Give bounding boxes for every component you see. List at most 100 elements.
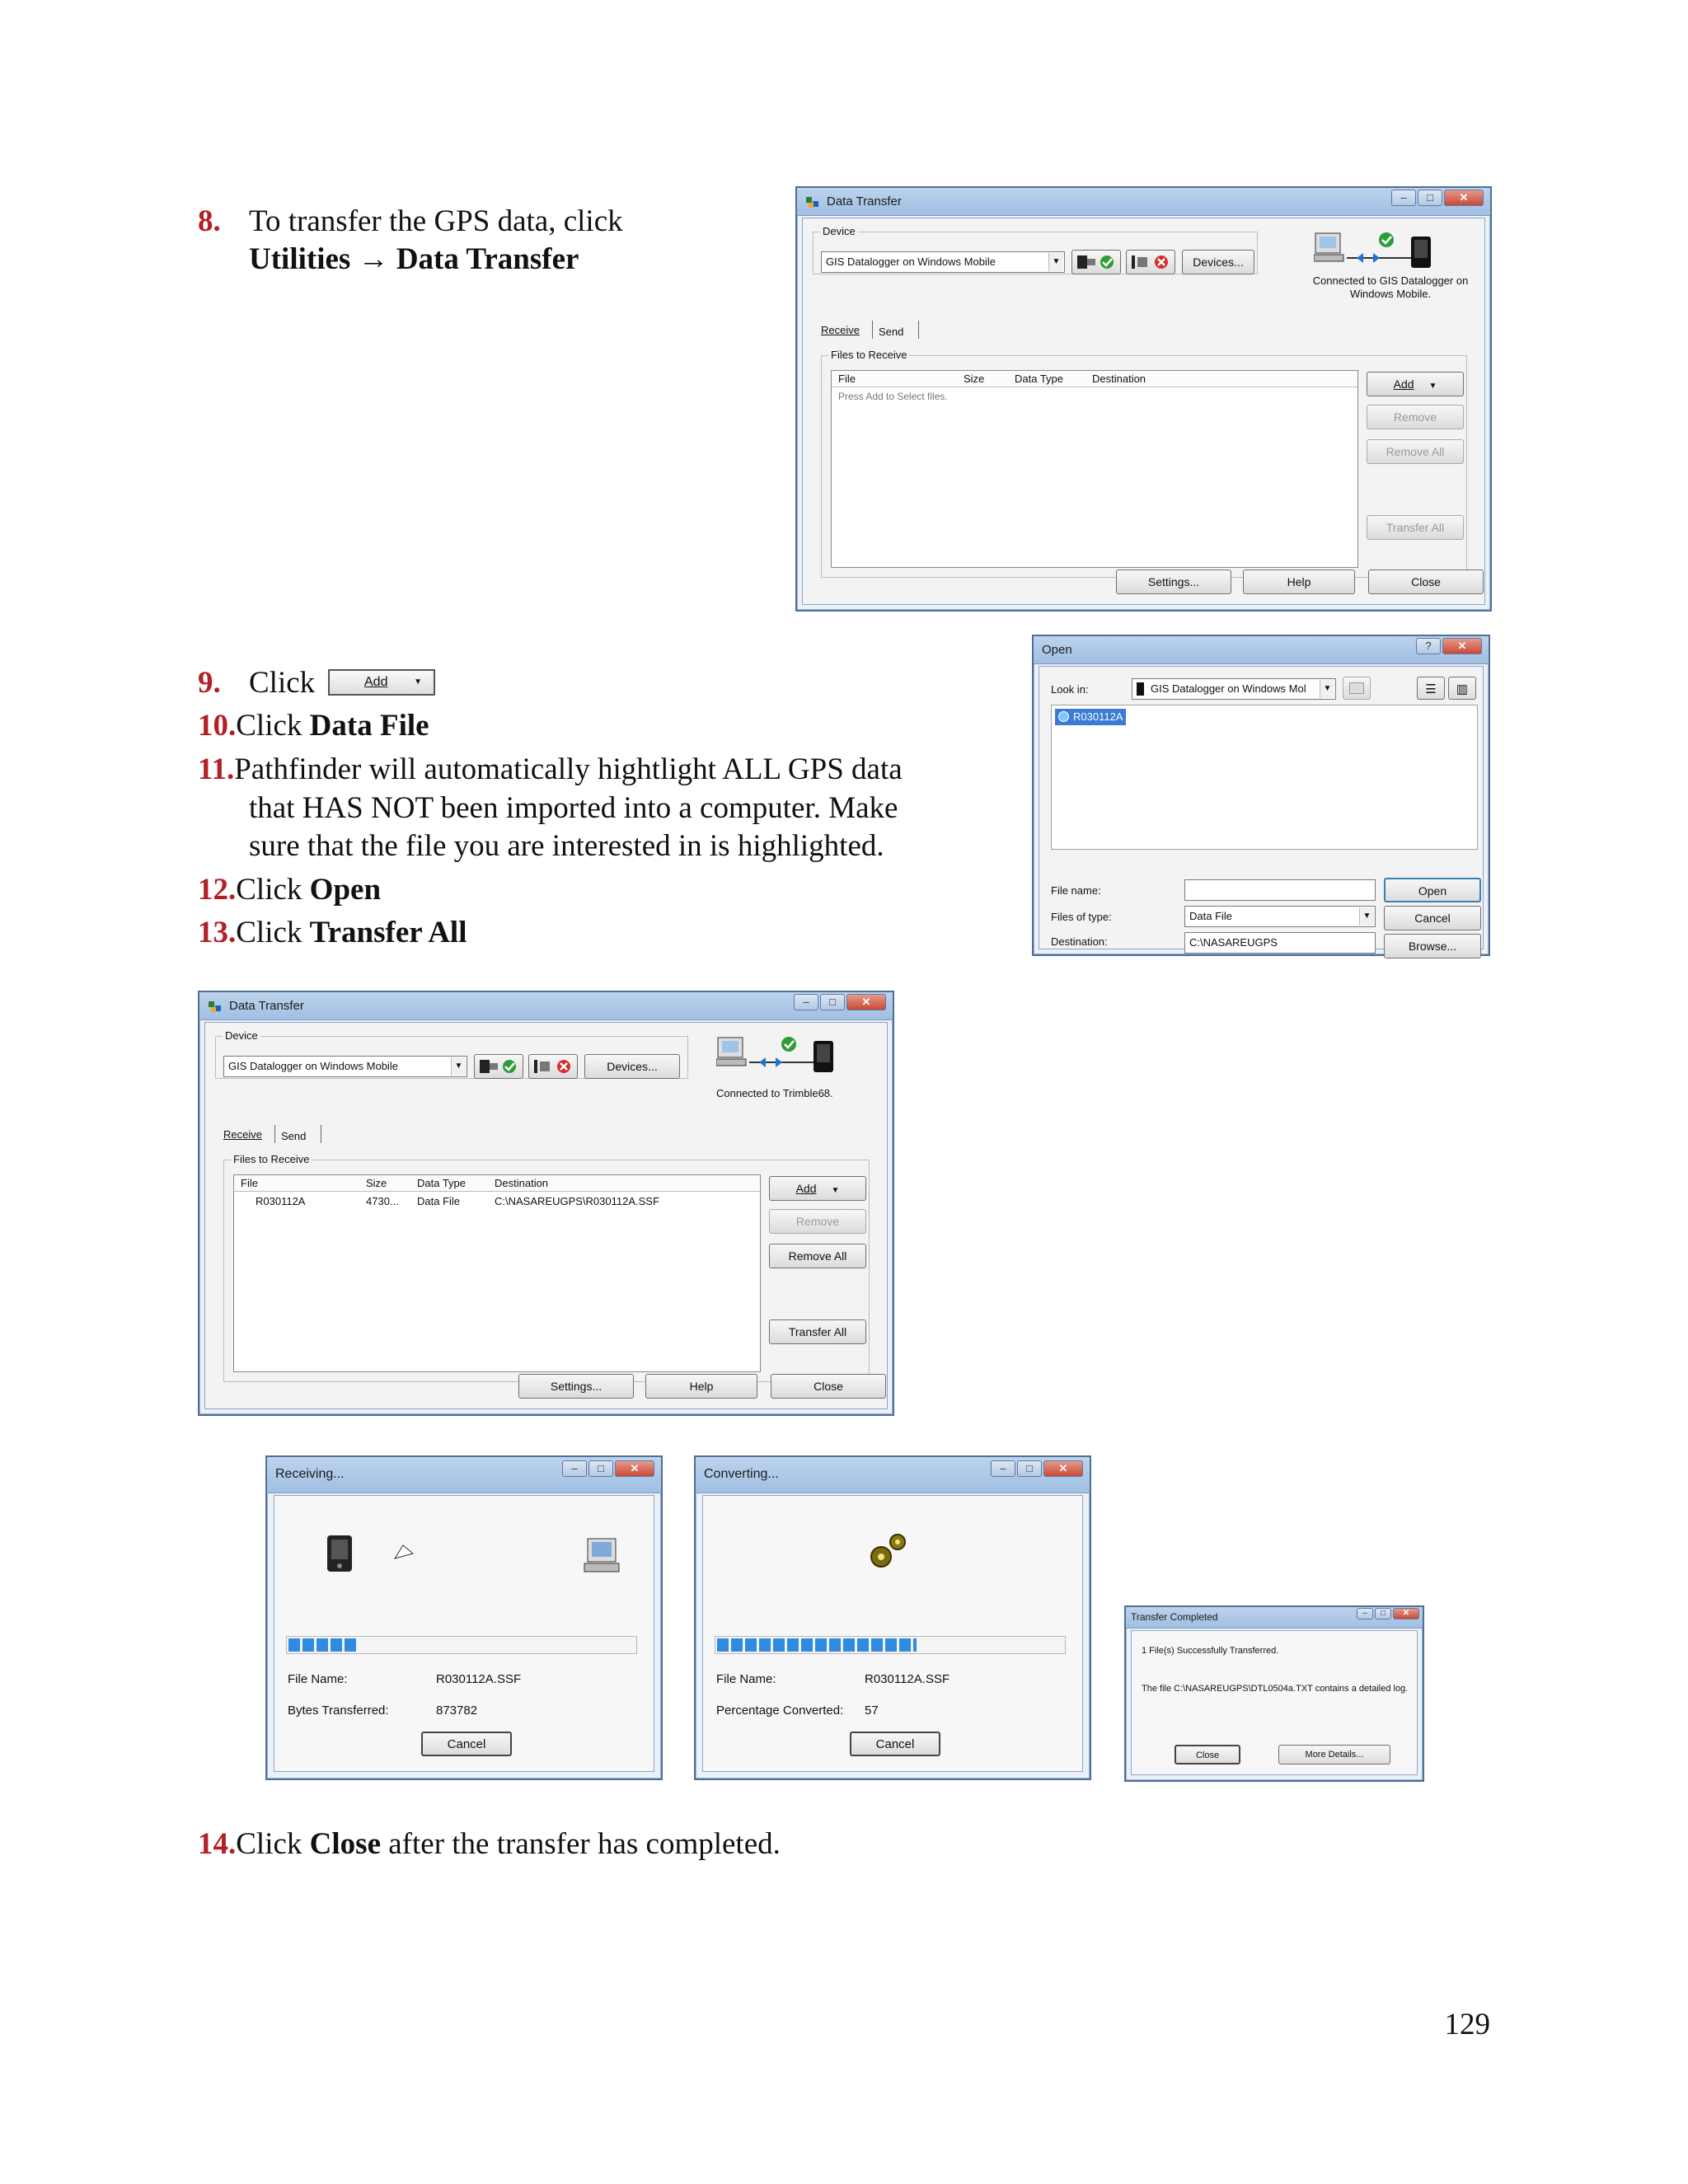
column-destination[interactable]: Destination bbox=[1092, 373, 1146, 385]
files-of-type-select[interactable]: Data File ▼ bbox=[1184, 906, 1376, 927]
tab-send[interactable]: Send bbox=[281, 1130, 306, 1142]
close-window-button[interactable]: ✕ bbox=[1444, 190, 1484, 206]
column-data-type[interactable]: Data Type bbox=[417, 1177, 466, 1189]
table-row[interactable]: R030112A 4730... Data File C:\NASAREUGPS… bbox=[234, 1195, 760, 1212]
maximize-button[interactable]: □ bbox=[1375, 1608, 1391, 1619]
file-item-r030112a[interactable]: R030112A bbox=[1055, 709, 1127, 725]
settings-button[interactable]: Settings... bbox=[1116, 569, 1231, 594]
connection-status-icon bbox=[1314, 232, 1431, 268]
title-bar: Receiving... – □ ✕ bbox=[267, 1457, 661, 1493]
device-select-value: GIS Datalogger on Windows Mobile bbox=[826, 255, 996, 268]
step-14: 14.Click Close after the transfer has co… bbox=[198, 1825, 781, 1863]
files-list[interactable]: File Size Data Type Destination R030112A… bbox=[233, 1174, 761, 1372]
file-name-value: R030112A.SSF bbox=[865, 1672, 950, 1686]
file-browser-list[interactable]: R030112A bbox=[1051, 705, 1478, 850]
close-window-button[interactable]: ✕ bbox=[846, 994, 886, 1010]
step-text-rest: after the transfer has completed. bbox=[381, 1827, 781, 1861]
minimize-button[interactable]: – bbox=[794, 994, 818, 1010]
menu-utilities: Utilities bbox=[249, 242, 351, 276]
row-data-type: Data File bbox=[417, 1195, 461, 1207]
paper-transfer-icon bbox=[393, 1544, 415, 1559]
tab-send[interactable]: Send bbox=[879, 326, 903, 338]
open-button[interactable]: Open bbox=[1384, 878, 1481, 902]
add-button[interactable]: Add ▼ bbox=[769, 1176, 866, 1201]
list-view-button[interactable]: ☰ bbox=[1417, 677, 1445, 700]
tab-divider bbox=[918, 321, 919, 339]
disconnect-button[interactable] bbox=[1126, 250, 1175, 274]
step-number: 10. bbox=[198, 709, 237, 743]
window-client: File Name: R030112A.SSF Percentage Conve… bbox=[702, 1495, 1083, 1772]
up-folder-button[interactable] bbox=[1343, 677, 1371, 700]
close-window-button[interactable]: ✕ bbox=[1393, 1608, 1419, 1619]
step-9: 9. Click Add ▼ bbox=[198, 664, 435, 702]
close-button[interactable]: Close bbox=[771, 1374, 886, 1399]
column-file[interactable]: File bbox=[838, 373, 856, 385]
remove-all-button[interactable]: Remove All bbox=[769, 1244, 866, 1268]
remove-button[interactable]: Remove bbox=[1367, 405, 1464, 429]
devices-button[interactable]: Devices... bbox=[1182, 250, 1254, 274]
connect-button[interactable] bbox=[474, 1054, 523, 1079]
page-number: 129 bbox=[1444, 2008, 1491, 2041]
more-details-button[interactable]: More Details... bbox=[1278, 1745, 1390, 1765]
tab-receive[interactable]: Receive bbox=[821, 324, 860, 336]
details-view-button[interactable]: ▥ bbox=[1448, 677, 1476, 700]
help-title-button[interactable]: ? bbox=[1416, 638, 1441, 654]
files-list[interactable]: File Size Data Type Destination Press Ad… bbox=[831, 370, 1358, 568]
devices-button[interactable]: Devices... bbox=[584, 1054, 680, 1079]
chevron-down-icon: ▼ bbox=[1428, 382, 1437, 391]
browse-button[interactable]: Browse... bbox=[1384, 934, 1481, 958]
help-button[interactable]: Help bbox=[645, 1374, 757, 1399]
chevron-down-icon: ▼ bbox=[1048, 253, 1063, 271]
look-in-select[interactable]: GIS Datalogger on Windows Mol ▼ bbox=[1132, 678, 1336, 700]
transfer-all-button[interactable]: Transfer All bbox=[1367, 515, 1464, 540]
close-window-button[interactable]: ✕ bbox=[1043, 1460, 1083, 1477]
cancel-button[interactable]: Cancel bbox=[1384, 906, 1481, 930]
minimize-button[interactable]: – bbox=[1391, 190, 1416, 206]
column-destination[interactable]: Destination bbox=[495, 1177, 548, 1189]
transfer-all-button[interactable]: Transfer All bbox=[769, 1319, 866, 1344]
file-name-input[interactable] bbox=[1184, 879, 1376, 901]
minimize-button[interactable]: – bbox=[562, 1460, 587, 1477]
step-text: To transfer the GPS data, click bbox=[249, 204, 623, 238]
help-button[interactable]: Help bbox=[1243, 569, 1355, 594]
maximize-button[interactable]: □ bbox=[820, 994, 845, 1010]
chevron-down-icon: ▼ bbox=[1320, 680, 1334, 698]
maximize-button[interactable]: □ bbox=[1017, 1460, 1042, 1477]
column-size[interactable]: Size bbox=[366, 1177, 387, 1189]
close-button[interactable]: Close bbox=[1175, 1745, 1240, 1765]
connect-button[interactable] bbox=[1071, 250, 1121, 274]
step-number: 12. bbox=[198, 873, 237, 907]
destination-input[interactable]: C:\NASAREUGPS bbox=[1184, 932, 1376, 954]
tab-divider bbox=[274, 1125, 275, 1143]
close-window-button[interactable]: ✕ bbox=[615, 1460, 654, 1477]
remove-all-button[interactable]: Remove All bbox=[1367, 439, 1464, 464]
close-button[interactable]: Close bbox=[1368, 569, 1484, 594]
step-bold: Close bbox=[309, 1827, 381, 1861]
minimize-button[interactable]: – bbox=[1357, 1608, 1373, 1619]
tab-receive[interactable]: Receive bbox=[223, 1128, 262, 1141]
disconnect-button[interactable] bbox=[528, 1054, 578, 1079]
add-button[interactable]: Add ▼ bbox=[1367, 372, 1464, 396]
cancel-button[interactable]: Cancel bbox=[850, 1732, 940, 1756]
app-icon bbox=[806, 197, 818, 208]
column-data-type[interactable]: Data Type bbox=[1015, 373, 1063, 385]
window-title: Open bbox=[1042, 643, 1072, 657]
settings-button[interactable]: Settings... bbox=[518, 1374, 634, 1399]
step-text: Click bbox=[236, 873, 310, 907]
row-file: R030112A bbox=[256, 1195, 306, 1207]
window-client: File Name: R030112A.SSF Bytes Transferre… bbox=[274, 1495, 654, 1772]
device-select[interactable]: GIS Datalogger on Windows Mobile ▼ bbox=[821, 251, 1065, 273]
column-file[interactable]: File bbox=[241, 1177, 258, 1189]
cancel-button[interactable]: Cancel bbox=[421, 1732, 512, 1756]
remove-button[interactable]: Remove bbox=[769, 1209, 866, 1234]
maximize-button[interactable]: □ bbox=[1418, 190, 1442, 206]
device-select[interactable]: GIS Datalogger on Windows Mobile ▼ bbox=[223, 1056, 467, 1077]
close-window-button[interactable]: ✕ bbox=[1442, 638, 1482, 654]
step-8: 8. To transfer the GPS data, click bbox=[198, 203, 623, 241]
arrow-icon: → bbox=[358, 242, 389, 276]
minimize-button[interactable]: – bbox=[991, 1460, 1015, 1477]
connection-status-text: Connected to Trimble68. bbox=[716, 1087, 833, 1099]
column-size[interactable]: Size bbox=[964, 373, 984, 385]
step-12: 12.Click Open bbox=[198, 871, 381, 909]
maximize-button[interactable]: □ bbox=[588, 1460, 613, 1477]
